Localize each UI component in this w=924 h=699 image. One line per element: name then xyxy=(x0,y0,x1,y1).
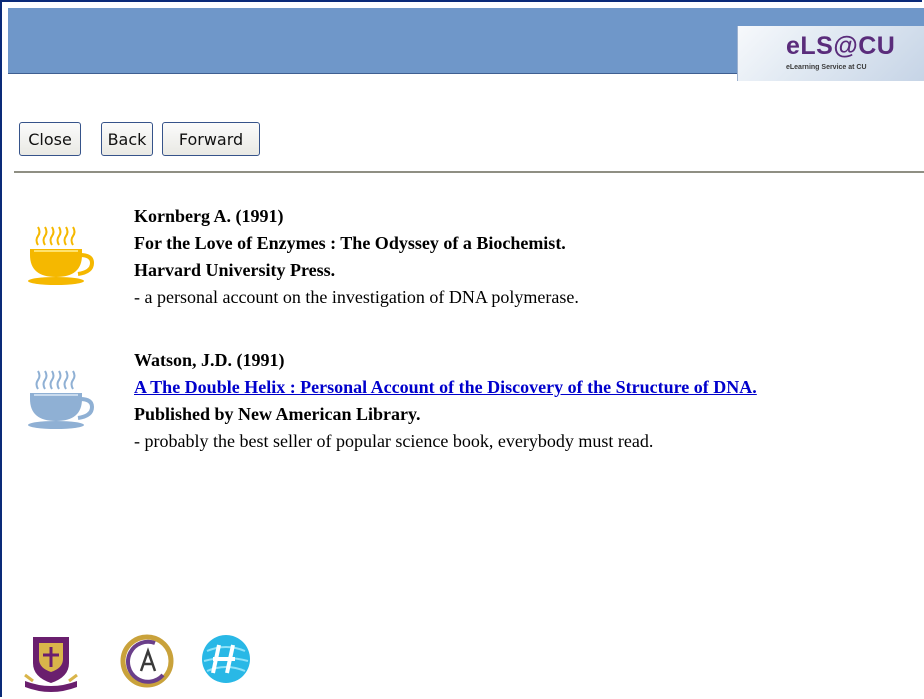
logo-text: eLS@CU xyxy=(786,32,896,60)
book-title-link[interactable]: A The Double Helix : Personal Account of… xyxy=(134,377,757,397)
book-note: - probably the best seller of popular sc… xyxy=(134,431,654,451)
publisher: Harvard University Press. xyxy=(134,260,336,280)
globe-logo-icon xyxy=(202,635,250,683)
reference-text: Watson, J.D. (1991) A The Double Helix :… xyxy=(134,347,757,455)
author-year: Watson, J.D. (1991) xyxy=(134,350,285,370)
reference-text: Kornberg A. (1991) For the Love of Enzym… xyxy=(134,203,579,311)
els-cu-logo: eLS@CU eLearning Service at CU xyxy=(737,26,924,81)
back-button[interactable]: Back xyxy=(101,122,153,156)
publisher: Published by New American Library. xyxy=(134,404,421,424)
author-year: Kornberg A. (1991) xyxy=(134,206,284,226)
coffee-cup-yellow-icon xyxy=(28,226,95,285)
book-title: For the Love of Enzymes : The Odyssey of… xyxy=(134,233,566,253)
circular-logo-icon xyxy=(120,634,174,688)
logo-subtext: eLearning Service at CU xyxy=(786,64,867,71)
cuhk-crest-icon xyxy=(24,637,78,692)
header-bar: eLS@CU eLearning Service at CU xyxy=(8,8,924,81)
close-button[interactable]: Close xyxy=(19,122,81,156)
coffee-cup-blue-icon xyxy=(28,370,95,429)
divider xyxy=(14,171,924,173)
book-note: - a personal account on the investigatio… xyxy=(134,287,579,307)
forward-button[interactable]: Forward xyxy=(162,122,260,156)
